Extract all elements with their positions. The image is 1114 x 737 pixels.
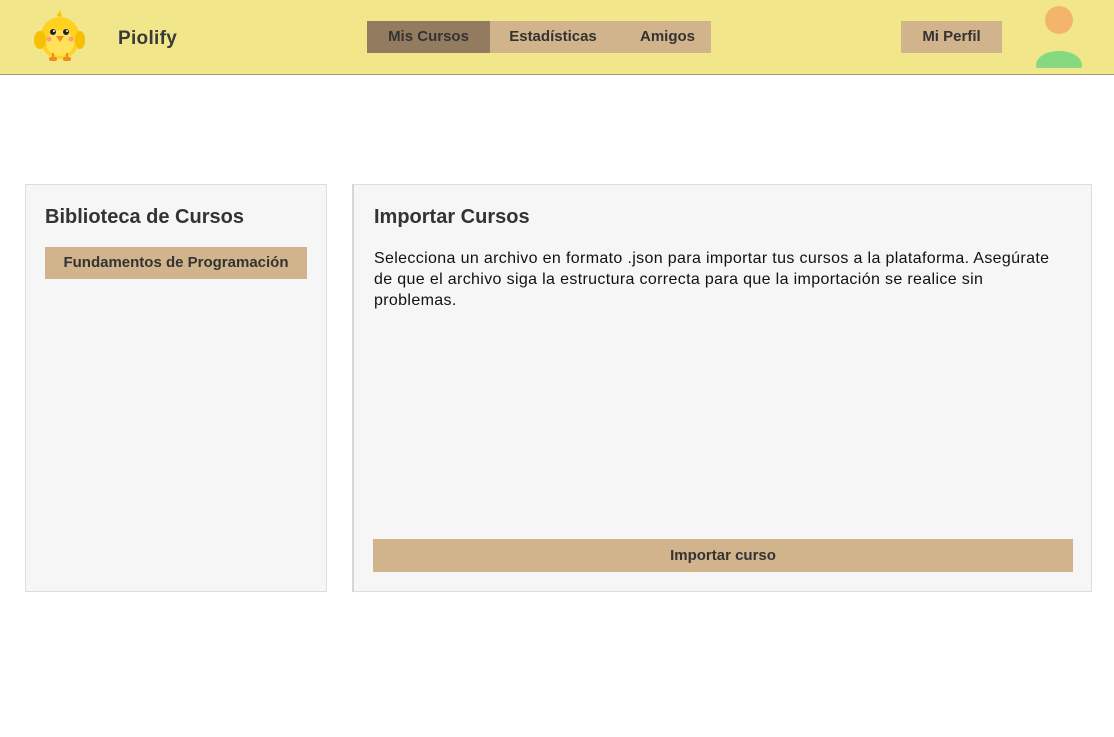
main-nav: Mis Cursos Estadísticas Amigos: [367, 21, 711, 53]
course-library-panel: Biblioteca de Cursos Fundamentos de Prog…: [25, 184, 327, 592]
tab-amigos[interactable]: Amigos: [616, 21, 711, 53]
top-header: Piolify Mis Cursos Estadísticas Amigos M…: [0, 0, 1114, 75]
user-avatar-icon[interactable]: [1034, 6, 1084, 70]
import-courses-panel: Importar Cursos Selecciona un archivo en…: [352, 184, 1092, 592]
import-course-button[interactable]: Importar curso: [373, 539, 1073, 572]
course-item-fundamentos[interactable]: Fundamentos de Programación: [45, 247, 307, 279]
tab-mis-cursos[interactable]: Mis Cursos: [367, 21, 490, 53]
tab-estadisticas[interactable]: Estadísticas: [490, 21, 616, 53]
import-description: Selecciona un archivo en formato .json p…: [374, 250, 1050, 309]
profile-button[interactable]: Mi Perfil: [901, 21, 1002, 53]
import-title: Importar Cursos: [374, 206, 530, 228]
library-title: Biblioteca de Cursos: [45, 206, 244, 228]
brand-name: Piolify: [118, 28, 178, 49]
chick-logo-icon[interactable]: [33, 10, 85, 66]
